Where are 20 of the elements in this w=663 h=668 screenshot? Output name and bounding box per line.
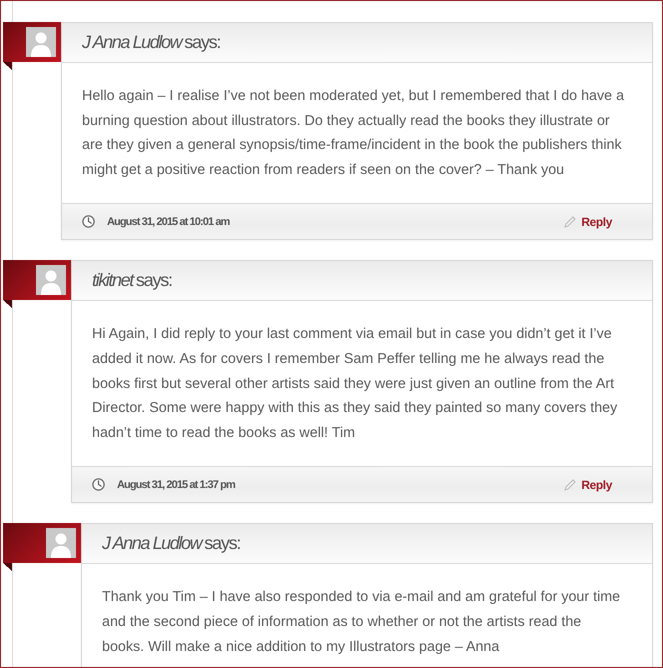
comment-date: August 31, 2015 at 10:01 am xyxy=(107,216,230,228)
avatar-icon xyxy=(46,528,76,558)
reply-link[interactable]: Reply xyxy=(581,478,612,492)
comment-text: Thank you Tim – I have also responded to via e-mail and am grateful for your time and the second piece of information as to whether or not the artists read the books. Will make a nice addition to my Illustrators page – Anna xyxy=(101,588,622,657)
avatar-icon xyxy=(26,27,56,57)
comment-date: August 31, 2015 at 1:37 pm xyxy=(117,478,235,491)
clock-icon xyxy=(92,478,105,492)
pencil-icon xyxy=(564,478,576,491)
author-name: J Anna Ludlow xyxy=(82,32,182,53)
comment-text: Hello again – I realise I’ve not been moderated yet, but I remembered that I do have a burning question about illustrators. Do they actually read the books they illustrate or are they given a general synopsis/time-frame/incident in the book the publishers think might get a positive reaction from readers if seen on the cover? – Thank you xyxy=(81,87,626,180)
comment-text: Hi Again, I did reply to your last comment via email but in case you didn’t get it I’ve added it now. As for covers I remember Sam Peffer telling me he always read the books first but several other artists said they were just given an outline from the Art Director. Some were happy with this as they said they painted so many covers they hadn’t time to read the books as well! Tim xyxy=(91,325,618,443)
clock-icon xyxy=(82,215,95,228)
author-name: J Anna Ludlow xyxy=(102,533,202,554)
pencil-icon xyxy=(564,216,576,228)
author-name: tikitnet xyxy=(92,270,133,292)
reply-link[interactable]: Reply xyxy=(581,214,612,229)
says-label: says: xyxy=(184,32,220,53)
says-label: says: xyxy=(136,270,172,292)
says-label: says: xyxy=(204,533,240,554)
avatar-icon xyxy=(36,265,66,296)
